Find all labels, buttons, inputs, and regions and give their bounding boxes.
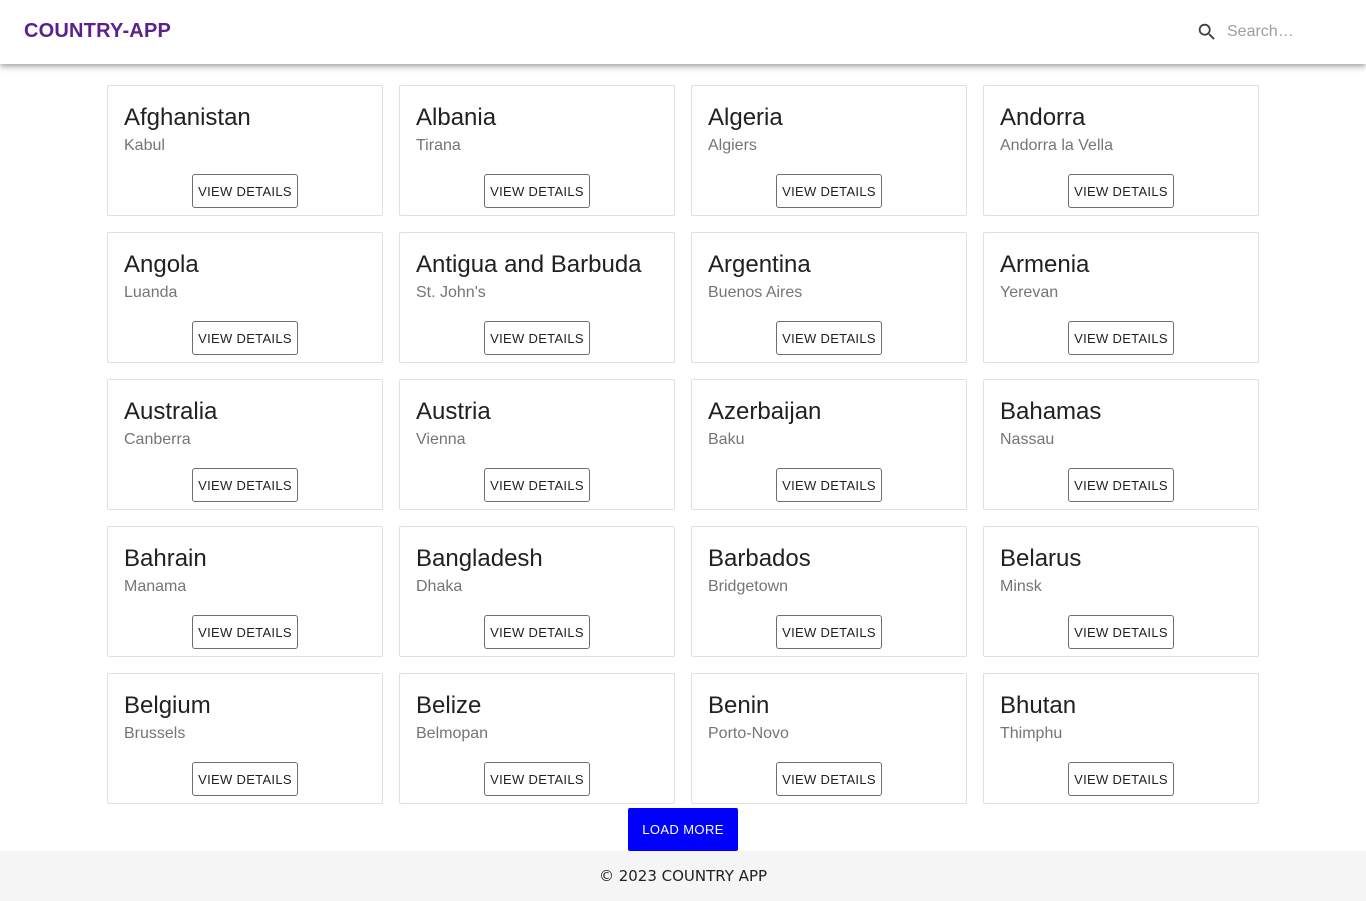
- country-name: Belize: [416, 692, 482, 719]
- search-icon: [1196, 21, 1218, 43]
- country-card: Albania Tirana VIEW DETAILS: [399, 85, 675, 216]
- view-details-button[interactable]: VIEW DETAILS: [192, 321, 298, 355]
- country-capital: Baku: [708, 431, 745, 448]
- view-details-button[interactable]: VIEW DETAILS: [776, 615, 882, 649]
- footer-copyright: © 2023 COUNTRY APP: [598, 867, 768, 885]
- country-name: Argentina: [708, 251, 811, 278]
- country-capital: Bridgetown: [708, 578, 789, 595]
- country-card: Azerbaijan Baku VIEW DETAILS: [691, 379, 967, 510]
- country-capital: Nassau: [1000, 431, 1055, 448]
- country-card: Benin Porto-Novo VIEW DETAILS: [691, 673, 967, 804]
- view-details-button[interactable]: VIEW DETAILS: [1068, 321, 1174, 355]
- load-more-button[interactable]: LOAD MORE: [628, 808, 738, 851]
- country-capital: Porto-Novo: [708, 725, 789, 742]
- country-card: Belgium Brussels VIEW DETAILS: [107, 673, 383, 804]
- country-name: Algeria: [708, 104, 783, 131]
- country-name: Antigua and Barbuda: [416, 251, 642, 278]
- country-card: Bahamas Nassau VIEW DETAILS: [983, 379, 1259, 510]
- country-capital: Algiers: [708, 137, 757, 154]
- country-name: Azerbaijan: [708, 398, 822, 425]
- app-bar: COUNTRY-APP: [0, 0, 1366, 64]
- country-card: Australia Canberra VIEW DETAILS: [107, 379, 383, 510]
- search-box[interactable]: [1196, 20, 1346, 44]
- country-name: Angola: [124, 251, 199, 278]
- country-card: Andorra Andorra la Vella VIEW DETAILS: [983, 85, 1259, 216]
- view-details-button[interactable]: VIEW DETAILS: [484, 321, 590, 355]
- view-details-button[interactable]: VIEW DETAILS: [484, 468, 590, 502]
- view-details-button[interactable]: VIEW DETAILS: [776, 468, 882, 502]
- view-details-button[interactable]: VIEW DETAILS: [484, 174, 590, 208]
- view-details-button[interactable]: VIEW DETAILS: [192, 174, 298, 208]
- country-card: Bahrain Manama VIEW DETAILS: [107, 526, 383, 657]
- country-name: Australia: [124, 398, 218, 425]
- country-name: Benin: [708, 692, 770, 719]
- country-capital: Andorra la Vella: [1000, 137, 1113, 154]
- country-capital: Minsk: [1000, 578, 1042, 595]
- country-name: Bahamas: [1000, 398, 1102, 425]
- country-capital: Tirana: [416, 137, 461, 154]
- country-card: Afghanistan Kabul VIEW DETAILS: [107, 85, 383, 216]
- country-capital: Yerevan: [1000, 284, 1059, 301]
- country-name: Afghanistan: [124, 104, 251, 131]
- country-card: Antigua and Barbuda St. John's VIEW DETAIL…: [399, 232, 675, 363]
- view-details-button[interactable]: VIEW DETAILS: [1068, 174, 1174, 208]
- view-details-button[interactable]: VIEW DETAILS: [1068, 615, 1174, 649]
- view-details-button[interactable]: VIEW DETAILS: [776, 174, 882, 208]
- country-capital: Luanda: [124, 284, 178, 301]
- view-details-button[interactable]: VIEW DETAILS: [1068, 468, 1174, 502]
- country-name: Barbados: [708, 545, 811, 572]
- brand-logo[interactable]: COUNTRY-APP: [24, 20, 171, 43]
- country-card: Belarus Minsk VIEW DETAILS: [983, 526, 1259, 657]
- country-card: Belize Belmopan VIEW DETAILS: [399, 673, 675, 804]
- footer: © 2023 COUNTRY APP: [0, 851, 1366, 901]
- country-capital: St. John's: [416, 284, 486, 301]
- country-capital: Thimphu: [1000, 725, 1063, 742]
- country-card: Bhutan Thimphu VIEW DETAILS: [983, 673, 1259, 804]
- country-name: Austria: [416, 398, 491, 425]
- view-details-button[interactable]: VIEW DETAILS: [1068, 762, 1174, 796]
- country-card: Angola Luanda VIEW DETAILS: [107, 232, 383, 363]
- view-details-button[interactable]: VIEW DETAILS: [484, 615, 590, 649]
- country-capital: Vienna: [416, 431, 466, 448]
- view-details-button[interactable]: VIEW DETAILS: [192, 468, 298, 502]
- country-name: Albania: [416, 104, 497, 131]
- country-name: Belgium: [124, 692, 211, 719]
- view-details-button[interactable]: VIEW DETAILS: [192, 615, 298, 649]
- view-details-button[interactable]: VIEW DETAILS: [484, 762, 590, 796]
- country-capital: Dhaka: [416, 578, 463, 595]
- country-capital: Kabul: [124, 137, 165, 154]
- search-input[interactable]: [1227, 20, 1345, 44]
- country-name: Bhutan: [1000, 692, 1077, 719]
- country-grid: Afghanistan Kabul VIEW DETAILS Albania Tiran…: [107, 85, 1259, 804]
- country-name: Belarus: [1000, 545, 1082, 572]
- view-details-button[interactable]: VIEW DETAILS: [776, 762, 882, 796]
- country-card: Argentina Buenos Aires VIEW DETAILS: [691, 232, 967, 363]
- country-name: Bangladesh: [416, 545, 543, 572]
- country-capital: Belmopan: [416, 725, 489, 742]
- country-name: Bahrain: [124, 545, 207, 572]
- country-capital: Buenos Aires: [708, 284, 803, 301]
- country-capital: Canberra: [124, 431, 191, 448]
- view-details-button[interactable]: VIEW DETAILS: [192, 762, 298, 796]
- country-card: Austria Vienna VIEW DETAILS: [399, 379, 675, 510]
- view-details-button[interactable]: VIEW DETAILS: [776, 321, 882, 355]
- country-card: Algeria Algiers VIEW DETAILS: [691, 85, 967, 216]
- country-capital: Brussels: [124, 725, 186, 742]
- country-name: Armenia: [1000, 251, 1090, 278]
- country-card: Armenia Yerevan VIEW DETAILS: [983, 232, 1259, 363]
- country-card: Barbados Bridgetown VIEW DETAILS: [691, 526, 967, 657]
- country-capital: Manama: [124, 578, 187, 595]
- country-name: Andorra: [1000, 104, 1086, 131]
- country-card: Bangladesh Dhaka VIEW DETAILS: [399, 526, 675, 657]
